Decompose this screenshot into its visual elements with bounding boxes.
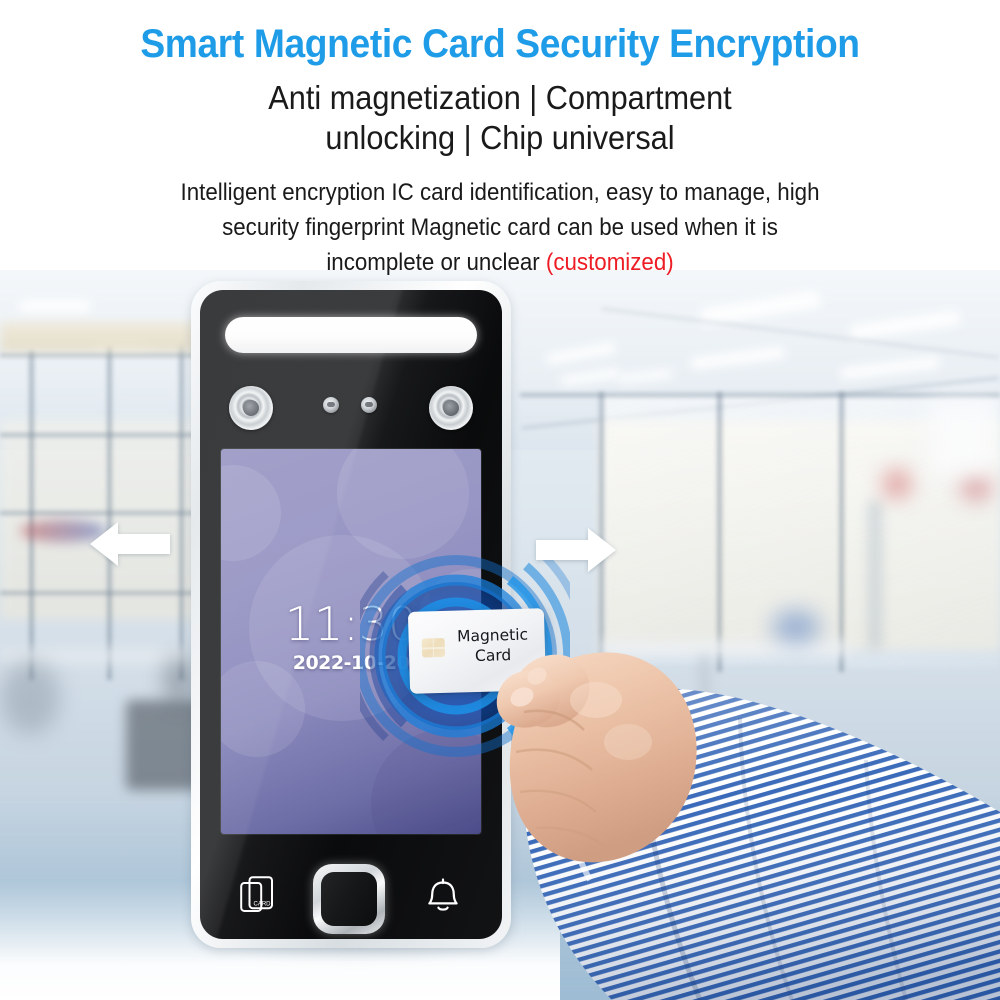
fingerprint-sensor-surface[interactable] [321,872,377,926]
partition-post [868,500,882,650]
subtitle-line-2: unlocking | Chip universal [325,119,675,157]
page-title: Smart Magnetic Card Security Encryption [140,22,860,66]
window-frame [0,432,200,438]
card-label: Magnetic Card [446,625,539,667]
partition-frame [716,392,723,672]
description-line-1: Intelligent encryption IC card identific… [180,178,820,206]
customized-note: (customized) [545,248,674,276]
ceiling-light [20,300,90,312]
window-frame [0,510,200,516]
card-label-line-2: Card [474,645,512,665]
subtitle-line-1: Anti magnetization | Compartment [268,79,732,116]
desk [600,640,850,656]
description-line-3-main: incomplete or unclear [326,248,546,276]
glass-partition [600,395,720,665]
left-arrow-icon [90,522,170,566]
card-chip-icon [421,637,446,658]
window-header-band [0,322,200,352]
desk-leg [700,655,709,735]
page-description: Intelligent encryption IC card identific… [35,175,965,280]
red-sign [962,472,990,500]
header-block: Smart Magnetic Card Security Encryption … [0,0,1000,280]
white-board [930,400,996,476]
card-reader-icon[interactable]: CARD [240,876,274,916]
card-label-line-1: Magnetic [456,625,529,646]
window-frame [0,352,200,358]
magnetic-card: Magnetic Card [407,608,547,694]
doorbell-icon[interactable] [425,876,461,916]
description-line-2: security fingerprint Magnetic card can b… [222,213,778,241]
blurred-person [164,655,194,707]
page-subtitle: Anti magnetization | Compartment unlocki… [35,78,965,159]
description-line-3: incomplete or unclear (customized) [35,245,965,280]
svg-text:CARD: CARD [254,902,272,908]
blurred-equipment [0,660,60,734]
partition-frame [520,392,1000,398]
fingerprint-reader[interactable] [313,864,385,934]
right-arrow-icon [536,528,616,572]
red-sign [884,470,910,498]
window-frame [0,590,200,596]
product-marketing-image: Smart Magnetic Card Security Encryption … [0,0,1000,1000]
blue-monitor [772,610,820,644]
partition-frame [838,392,845,672]
